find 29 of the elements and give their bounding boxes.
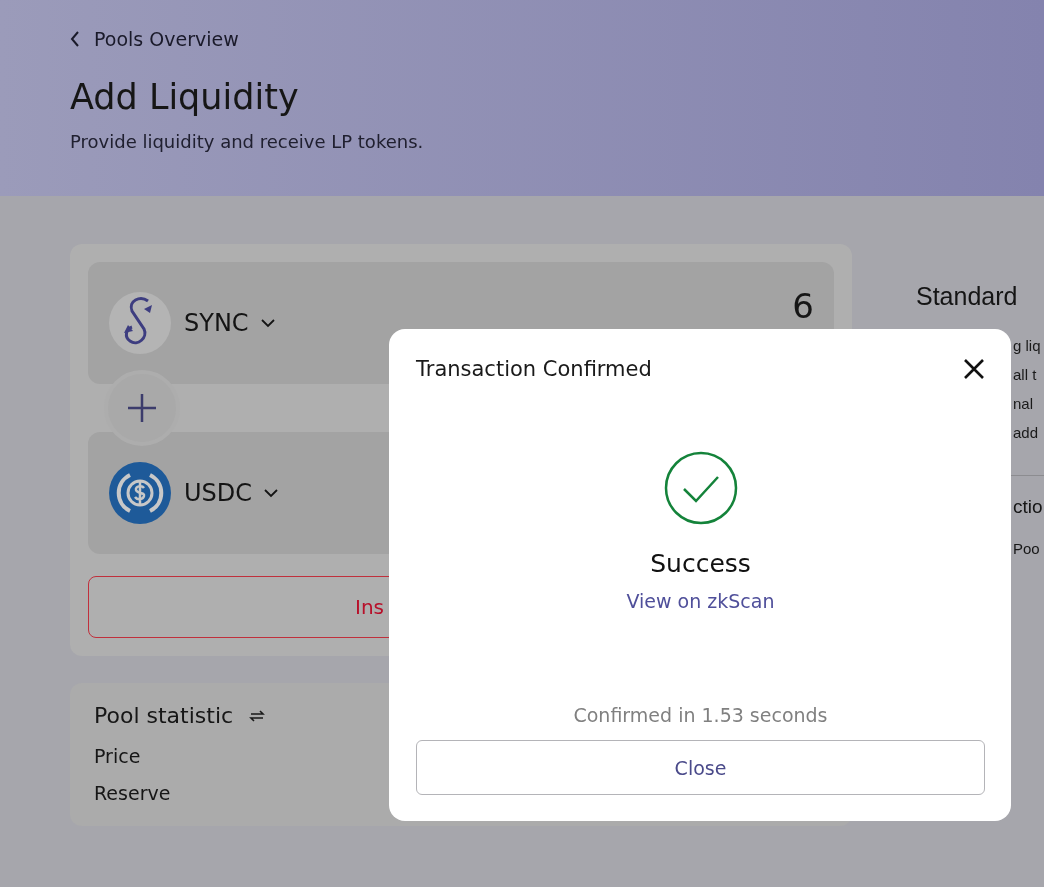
- modal-title: Transaction Confirmed: [416, 357, 652, 381]
- description-line: g liq: [1013, 336, 1042, 356]
- description-line: add: [1013, 423, 1040, 443]
- swap-icon[interactable]: [249, 707, 266, 724]
- section-title: ctio: [1013, 496, 1044, 518]
- description-line: all t: [1013, 365, 1038, 385]
- section-title: Standard: [916, 282, 1019, 311]
- amount-value: 6: [792, 286, 814, 326]
- stat-label: Reserve: [94, 781, 171, 806]
- confirmation-time: Confirmed in 1.53 seconds: [573, 704, 828, 726]
- close-icon[interactable]: [963, 358, 985, 380]
- description-line: nal: [1013, 394, 1035, 414]
- stat-label: Price: [94, 744, 141, 769]
- chevron-down-icon: [264, 488, 279, 498]
- token-selector[interactable]: SYNC: [108, 291, 275, 355]
- page-title: Add Liquidity: [70, 76, 300, 119]
- page-subtitle: Provide liquidity and receive LP tokens.: [70, 131, 425, 152]
- section-text: Poo: [1013, 540, 1041, 557]
- chevron-left-icon: [70, 31, 80, 47]
- card-title: Pool statistic: [94, 703, 234, 728]
- explorer-link[interactable]: View on zkScan: [626, 590, 775, 612]
- back-link[interactable]: Pools Overview: [70, 28, 239, 50]
- token-logo-icon: [108, 461, 172, 525]
- chevron-down-icon: [260, 318, 275, 328]
- check-circle-icon: [663, 451, 738, 525]
- status-text: Success: [650, 549, 751, 578]
- token-logo-icon: [108, 291, 172, 355]
- token-selector[interactable]: USDC: [108, 461, 279, 525]
- close-button[interactable]: Close: [416, 740, 985, 795]
